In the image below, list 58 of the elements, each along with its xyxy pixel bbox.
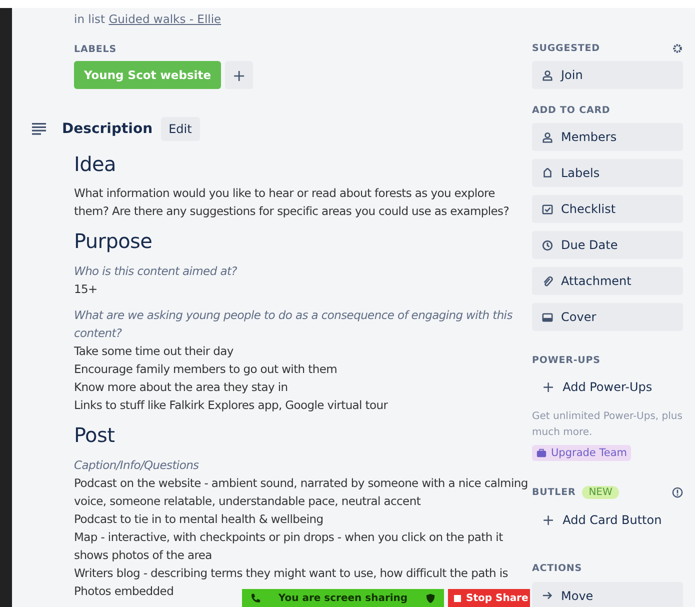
sidebar-button[interactable]: Members	[532, 123, 683, 151]
description-title: Description	[62, 121, 153, 137]
line-text: Podcast to tie in to mental health & wellbeing	[74, 511, 324, 528]
phone-icon	[250, 592, 261, 604]
paperclip-icon	[542, 276, 553, 286]
line-text: 15+	[74, 281, 98, 298]
stop-share-button[interactable]: Stop Share	[448, 589, 530, 607]
info-icon[interactable]	[672, 487, 683, 498]
line-text: Know more about the area they stay in	[74, 379, 288, 396]
sidebar-button[interactable]: Checklist	[532, 195, 683, 223]
sidebar-button[interactable]: Labels	[532, 159, 683, 187]
line-text: Photos embedded	[74, 583, 174, 600]
person-icon	[542, 70, 553, 80]
new-badge: NEW	[582, 486, 620, 499]
line-text: Take some time out their day	[74, 343, 234, 360]
stop-icon	[454, 594, 461, 602]
section-label: BUTLER	[532, 487, 576, 498]
section-label: LABELS	[74, 44, 118, 55]
line-text: Writers blog - describing terms they might want to use, how difficult the path is	[74, 565, 508, 582]
list-link[interactable]: Guided walks - Ellie	[108, 12, 222, 26]
section-label: POWER-UPS	[532, 354, 600, 366]
cover-icon	[542, 312, 553, 322]
arrow-icon	[542, 590, 553, 601]
paragraph-text: What information would you like to hear or read about forests as you explore them? Are there any suggestions for specific areas you could use as examples?	[74, 185, 510, 220]
add-power-ups-button[interactable]: + Add Power-Ups	[532, 373, 683, 401]
section-label: ACTIONS	[532, 563, 582, 574]
line-text: Map - interactive, with checkpoints or pin drops - when you click on the path it shows photos of the area	[74, 529, 504, 564]
sidebar-button[interactable]: Join	[532, 61, 683, 89]
tag-icon	[542, 168, 553, 178]
settings-icon[interactable]	[672, 42, 683, 54]
description-icon	[32, 123, 46, 135]
section-label: SUGGESTED	[532, 42, 600, 54]
shield-icon	[424, 592, 436, 604]
section-heading: Post	[74, 422, 116, 448]
question-text: What are we asking young people to do as a consequence of engaging with this content?	[74, 307, 514, 342]
paragraph-text: Podcast on the website - ambient sound, narrated by someone with a nice calming voice, someone relatable, understandable pace, neutral accent	[74, 475, 529, 510]
sidebar-button[interactable]: Cover	[532, 303, 683, 331]
briefcase-icon	[536, 448, 547, 458]
section-label: ADD TO CARD	[532, 104, 610, 116]
sidebar-button[interactable]: Move	[532, 582, 683, 607]
checkbox-icon	[542, 204, 553, 214]
section-heading: Purpose	[74, 228, 154, 254]
line-text: Links to stuff like Falkirk Explores app, Google virtual tour	[74, 397, 388, 414]
share-message: You are screen sharing	[278, 592, 408, 604]
upgrade-button[interactable]: Upgrade Team	[532, 445, 631, 461]
sidebar-button[interactable]: Attachment	[532, 267, 683, 295]
question-text: Caption/Info/Questions	[74, 457, 199, 474]
upgrade-note: Get unlimited Power-Ups, plus much more.	[532, 410, 683, 440]
edit-button[interactable]: Edit	[160, 117, 200, 141]
question-text: Who is this content aimed at?	[74, 263, 237, 280]
add-card-button[interactable]: + Add Card Button	[532, 506, 683, 534]
line-text: Encourage family members to go out with them	[74, 361, 337, 378]
person-icon	[542, 132, 553, 142]
clock-icon	[542, 240, 553, 250]
section-heading: Idea	[74, 151, 117, 177]
add-label-button[interactable]: +	[225, 61, 254, 89]
list-info: in list Guided walks - Ellie	[74, 12, 222, 26]
sidebar-button[interactable]: Due Date	[532, 231, 683, 259]
